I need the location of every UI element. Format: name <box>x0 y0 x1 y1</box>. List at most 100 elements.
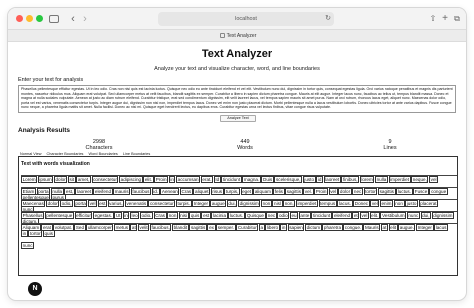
word-box: erat. <box>200 176 214 183</box>
word-box: justo <box>302 176 316 183</box>
share-icon[interactable]: ⇧ <box>428 13 438 25</box>
word-box: dignissim <box>238 200 261 207</box>
word-box: in <box>122 212 130 219</box>
visualization-line: Aliquam erat volutpat. Sed ullamcorper metus a… <box>21 223 457 249</box>
reload-icon[interactable]: ↻ <box>324 13 332 25</box>
analyze-text-button[interactable]: Analyze Text <box>220 115 256 122</box>
word-box: Vestibulum <box>380 212 407 219</box>
word-box: dolor <box>53 176 68 183</box>
word-box: ex <box>207 224 216 231</box>
word-box: congue <box>429 188 448 195</box>
word-box: augue. <box>398 224 416 231</box>
results-heading: Analysis Results <box>18 127 71 134</box>
word-box: Sed <box>74 224 86 231</box>
word-box: Etiam <box>21 188 36 195</box>
address-bar[interactable]: localhost <box>158 12 334 26</box>
word-box: pharetra <box>322 224 343 231</box>
word-box: sit <box>67 176 76 183</box>
word-box: Donec <box>353 200 370 207</box>
word-box: augue <box>210 200 227 207</box>
word-box: lacinia <box>211 212 228 219</box>
word-box: dolor <box>45 200 60 207</box>
sidebar-icon[interactable] <box>48 13 60 25</box>
close-window-button[interactable] <box>16 15 23 22</box>
word-box: in <box>168 176 176 183</box>
word-box: turpis, <box>224 188 240 195</box>
input-label: Enter your text for analysis <box>18 77 84 83</box>
word-box: velit <box>137 224 150 231</box>
word-box: leo <box>129 212 140 219</box>
avatar[interactable]: N <box>28 282 42 296</box>
word-box: amet, <box>76 176 91 183</box>
browser-window: ‹ › localhost ↻ ⇧ + ⧉ Text Analyzer Text… <box>8 8 466 300</box>
word-box: mauris <box>113 188 131 195</box>
word-box: laoreet <box>323 176 341 183</box>
word-box: tempus <box>318 200 337 207</box>
word-box: non <box>260 200 272 207</box>
zoom-window-button[interactable] <box>36 15 43 22</box>
minimize-window-button[interactable] <box>26 15 33 22</box>
word-box: Fusce <box>413 188 429 195</box>
word-box: est <box>201 212 211 219</box>
new-tab-icon[interactable]: + <box>440 13 450 25</box>
word-box: Proin <box>154 176 169 183</box>
word-box: dui, <box>420 212 432 219</box>
word-box: eleifend <box>332 212 352 219</box>
word-box: luctus. <box>228 212 245 219</box>
word-box: at <box>130 224 138 231</box>
visualization-line: Maecenas dolor odio, porta vel est varius, vene… <box>21 199 457 225</box>
word-box: turpis. <box>175 200 192 207</box>
word-box: dictum <box>304 224 322 231</box>
word-box: odio. <box>139 212 154 219</box>
word-box: a <box>258 224 265 231</box>
word-box: nunc <box>21 242 35 249</box>
word-box: quis <box>42 230 55 237</box>
word-box: scelerisque, <box>274 176 303 183</box>
word-box: tortor <box>28 230 43 237</box>
word-box: elit. <box>369 212 380 219</box>
word-box: enim <box>379 200 394 207</box>
word-box: blandit <box>172 224 189 231</box>
words-label: Words <box>237 145 253 151</box>
word-box: volutpat. <box>53 224 74 231</box>
forward-arrow-icon[interactable]: › <box>80 13 90 25</box>
back-arrow-icon[interactable]: ‹ <box>68 13 78 25</box>
word-box: adipiscing <box>119 176 143 183</box>
word-box: aliquet <box>193 188 211 195</box>
word-box: risus <box>210 188 224 195</box>
word-box: metus <box>114 224 130 231</box>
word-box: elit. <box>143 176 154 183</box>
text-input-area[interactable]: Phasellus pellentesque efficitur egestas… <box>18 85 456 113</box>
words-stat: 449 Words <box>200 139 290 151</box>
word-box: at <box>380 224 388 231</box>
word-box: lacus. <box>337 200 353 207</box>
tab-title: Text Analyzer <box>226 33 257 39</box>
word-box: pellentesque <box>44 212 74 219</box>
visualization-line: Lorem ipsum dolor sit amet, consectetur adipis… <box>21 175 457 201</box>
word-box: sagittis <box>285 188 303 195</box>
word-box: id <box>316 176 323 183</box>
word-box: ullamcorper <box>86 224 114 231</box>
tab-overview-icon[interactable]: ⧉ <box>452 13 462 25</box>
word-box: aliquam <box>253 188 273 195</box>
word-box: Aenean <box>160 188 180 195</box>
word-box: consectetur <box>148 200 176 207</box>
word-box: vel <box>328 188 338 195</box>
visualization-line: Etiam porta nulla est, laoreet eleifend mauris… <box>21 187 457 213</box>
page-content: Text Analyzer Analyze your text and visu… <box>8 42 466 300</box>
tab-text-analyzer[interactable]: Text Analyzer <box>198 31 278 41</box>
word-box: porta <box>73 200 88 207</box>
word-box: in <box>21 230 28 237</box>
word-box: eu <box>289 212 299 219</box>
word-box: nec <box>266 212 277 219</box>
word-box: non, <box>283 200 296 207</box>
word-box: luctus. <box>396 188 413 195</box>
word-visualization-panel: Text with words visualization Lorem ipsum… <box>18 156 458 276</box>
word-box: Duis <box>261 176 274 183</box>
word-box: imperdiet <box>295 200 318 207</box>
word-box: non <box>393 200 405 207</box>
word-box: nunc <box>406 212 420 219</box>
word-box: sagittis <box>189 224 207 231</box>
word-box: tincidunt <box>221 176 242 183</box>
word-box: eleifend <box>93 188 113 195</box>
